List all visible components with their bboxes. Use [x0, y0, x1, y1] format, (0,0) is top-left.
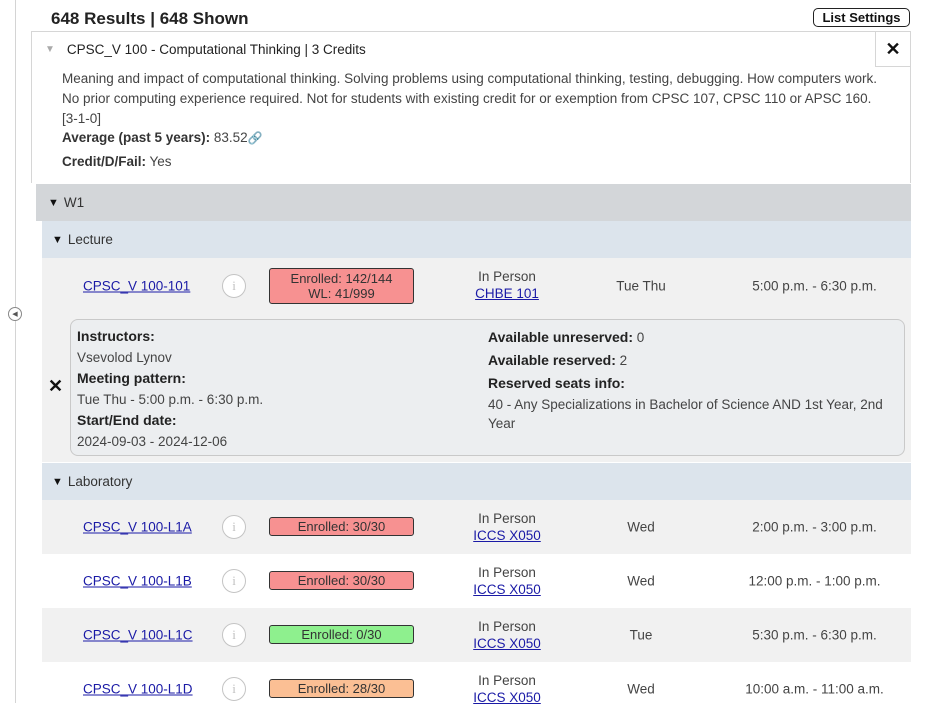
course-description: Meaning and impact of computational thin… [62, 71, 877, 126]
term-header-w1[interactable]: ▼ W1 [36, 184, 911, 221]
course-average: Average (past 5 years): 83.52🔗 [62, 130, 263, 145]
available-reserved-label: Available reserved: [488, 352, 616, 368]
enrollment-badge: Enrolled: 28/30 [269, 679, 414, 698]
course-card: ▼ CPSC_V 100 - Computational Thinking | … [31, 31, 911, 183]
meeting-days: Tue [629, 627, 653, 643]
list-settings-button[interactable]: List Settings [813, 8, 910, 27]
details-left-column: Instructors: Vsevolod Lynov Meeting patt… [77, 326, 457, 452]
section-link[interactable]: CPSC_V 100-L1A [83, 520, 192, 535]
delivery-mode: In Person ICCS X050 [447, 564, 567, 598]
course-header[interactable]: ▼ CPSC_V 100 - Computational Thinking | … [45, 42, 366, 57]
room-link[interactable]: ICCS X050 [447, 581, 567, 598]
instructors-label: Instructors: [77, 328, 155, 344]
term-label: W1 [63, 195, 85, 210]
meeting-pattern-value: Tue Thu - 5:00 p.m. - 6:30 p.m. [77, 392, 264, 407]
section-details: ✕ Instructors: Vsevolod Lynov Meeting pa… [42, 313, 911, 462]
credit-fail-value: Yes [149, 154, 172, 169]
reserved-seats-info-label: Reserved seats info: [488, 375, 625, 391]
meeting-time: 12:00 p.m. - 1:00 p.m. [748, 573, 881, 589]
enrollment-badge: Enrolled: 30/30 [269, 517, 414, 536]
room-link[interactable]: CHBE 101 [447, 285, 567, 302]
available-unreserved-value: 0 [636, 330, 645, 345]
mode-label: In Person [478, 511, 536, 526]
caret-down-icon: ▼ [48, 196, 59, 209]
available-reserved: Available reserved: 2 [488, 349, 900, 372]
course-title: CPSC_V 100 - Computational Thinking | 3 … [66, 42, 366, 57]
meeting-days: Wed [627, 573, 655, 589]
enrollment-badge: Enrolled: 30/30 [269, 571, 414, 590]
average-label: Average (past 5 years): [62, 130, 211, 145]
section-details-panel: Instructors: Vsevolod Lynov Meeting patt… [70, 319, 905, 456]
mode-label: In Person [478, 269, 536, 284]
collapse-sidebar-icon[interactable]: ◀ [8, 307, 22, 321]
group-header-laboratory[interactable]: ▼ Laboratory [42, 463, 911, 500]
section-link[interactable]: CPSC_V 100-101 [83, 278, 190, 293]
caret-down-icon: ▼ [52, 233, 63, 246]
instructors-value: Vsevolod Lynov [77, 350, 172, 365]
enrollment-badge: Enrolled: 142/144 WL: 41/999 [269, 268, 414, 304]
mode-label: In Person [478, 565, 536, 580]
delivery-mode: In Person CHBE 101 [447, 268, 567, 302]
group-header-lecture[interactable]: ▼ Lecture [42, 221, 911, 258]
mode-label: In Person [478, 673, 536, 688]
waitlist-text: WL: 41/999 [308, 286, 375, 301]
available-unreserved: Available unreserved: 0 [488, 326, 900, 349]
meeting-days: Wed [627, 681, 655, 697]
room-link[interactable]: ICCS X050 [447, 635, 567, 652]
credit-fail-label: Credit/D/Fail: [62, 154, 147, 169]
meeting-time: 10:00 a.m. - 11:00 a.m. [745, 681, 884, 697]
enrollment-badge: Enrolled: 0/30 [269, 625, 414, 644]
group-label-laboratory: Laboratory [67, 474, 133, 489]
course-credit-fail: Credit/D/Fail: Yes [62, 154, 172, 169]
results-count-title: 648 Results | 648 Shown [51, 9, 249, 28]
meeting-time: 5:00 p.m. - 6:30 p.m. [752, 278, 877, 293]
delivery-mode: In Person ICCS X050 [447, 510, 567, 544]
enrollment-text: Enrolled: 142/144 [290, 271, 393, 286]
section-link[interactable]: CPSC_V 100-L1C [83, 628, 193, 643]
average-value: 83.52 [213, 130, 248, 145]
info-icon[interactable]: i [222, 569, 246, 593]
group-label-lecture: Lecture [67, 232, 113, 247]
meeting-time: 2:00 p.m. - 3:00 p.m. [752, 519, 877, 535]
info-icon[interactable]: i [222, 677, 246, 701]
room-link[interactable]: ICCS X050 [447, 527, 567, 544]
mode-label: In Person [478, 619, 536, 634]
caret-down-icon: ▼ [52, 475, 63, 488]
start-end-date-value: 2024-09-03 - 2024-12-06 [77, 434, 228, 449]
meeting-time: 5:30 p.m. - 6:30 p.m. [752, 627, 877, 643]
meeting-days: Wed [627, 519, 655, 535]
sidebar-divider [15, 0, 16, 703]
room-link[interactable]: ICCS X050 [447, 689, 567, 706]
section-row-lab[interactable]: CPSC_V 100-L1B i Enrolled: 30/30 In Pers… [42, 554, 911, 608]
section-row-lab[interactable]: CPSC_V 100-L1D i Enrolled: 28/30 In Pers… [42, 662, 911, 716]
available-reserved-value: 2 [619, 353, 628, 368]
section-row-lab[interactable]: CPSC_V 100-L1A i Enrolled: 30/30 In Pers… [42, 500, 911, 554]
link-icon[interactable]: 🔗 [248, 131, 263, 145]
section-link[interactable]: CPSC_V 100-L1D [83, 682, 193, 697]
collapse-triangle-icon[interactable]: ▼ [45, 44, 55, 55]
delivery-mode: In Person ICCS X050 [447, 618, 567, 652]
meeting-pattern-label: Meeting pattern: [77, 370, 186, 386]
meeting-days: Tue Thu [616, 278, 666, 293]
section-row-lab[interactable]: CPSC_V 100-L1C i Enrolled: 0/30 In Perso… [42, 608, 911, 662]
info-icon[interactable]: i [222, 515, 246, 539]
details-right-column: Available unreserved: 0 Available reserv… [488, 326, 900, 433]
close-course-button[interactable]: ✕ [875, 32, 910, 67]
delivery-mode: In Person ICCS X050 [447, 672, 567, 706]
available-unreserved-label: Available unreserved: [488, 329, 633, 345]
info-icon[interactable]: i [222, 623, 246, 647]
section-link[interactable]: CPSC_V 100-L1B [83, 574, 192, 589]
info-icon[interactable]: i [222, 273, 246, 298]
close-details-button[interactable]: ✕ [48, 376, 63, 397]
start-end-date-label: Start/End date: [77, 412, 177, 428]
section-row-lecture[interactable]: CPSC_V 100-101 i Enrolled: 142/144 WL: 4… [42, 258, 911, 313]
reserved-seats-info-value: 40 - Any Specializations in Bachelor of … [488, 397, 883, 431]
